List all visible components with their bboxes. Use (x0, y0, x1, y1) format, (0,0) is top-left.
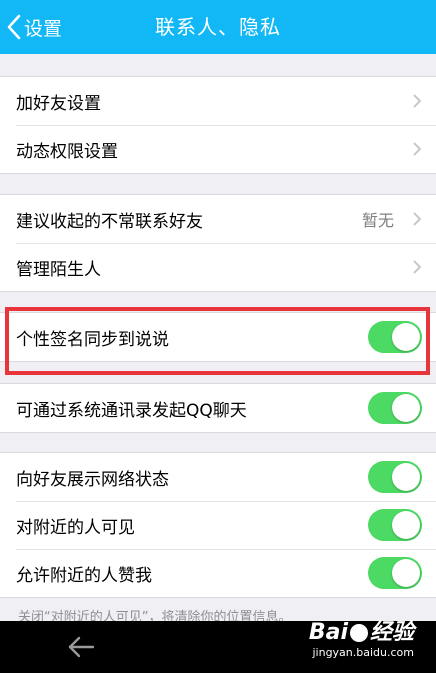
row-feed-permission-settings[interactable]: 动态权限设置 (0, 125, 436, 173)
row-add-friend-settings[interactable]: 加好友设置 (0, 77, 436, 125)
settings-group-nearby: 向好友展示网络状态 对附近的人可见 允许附近的人赞我 (0, 452, 436, 598)
row-label: 建议收起的不常联系好友 (16, 211, 203, 232)
toggle-knob (392, 323, 420, 351)
row-label: 个性签名同步到说说 (16, 329, 169, 350)
show-network-toggle[interactable] (368, 461, 422, 493)
toggle-knob (392, 394, 420, 422)
row-label: 可通过系统通讯录发起QQ聊天 (16, 400, 247, 421)
title-bar: 设置 联系人、隐私 (0, 0, 436, 54)
row-collapse-infrequent-friends[interactable]: 建议收起的不常联系好友 暂无 (0, 195, 436, 243)
settings-group-signature: 个性签名同步到说说 (0, 312, 436, 362)
row-label: 对附近的人可见 (16, 517, 135, 538)
row-allow-nearby-like: 允许附近的人赞我 (0, 549, 436, 597)
row-sync-signature: 个性签名同步到说说 (0, 313, 436, 361)
chevron-right-icon (413, 212, 422, 226)
sync-signature-toggle[interactable] (368, 321, 422, 353)
row-label: 动态权限设置 (16, 141, 118, 162)
row-value: 暂无 (361, 211, 394, 230)
toggle-knob (392, 559, 420, 587)
chevron-right-icon (413, 260, 422, 274)
system-nav-bar (0, 621, 436, 673)
row-label: 允许附近的人赞我 (16, 565, 152, 586)
row-label: 管理陌生人 (16, 259, 101, 280)
toggle-knob (392, 511, 420, 539)
allow-nearby-like-toggle[interactable] (368, 557, 422, 589)
row-label: 向好友展示网络状态 (16, 469, 169, 490)
contacts-chat-toggle[interactable] (368, 392, 422, 424)
row-label: 加好友设置 (16, 93, 101, 114)
toggle-knob (392, 463, 420, 491)
settings-group-contacts: 建议收起的不常联系好友 暂无 管理陌生人 (0, 194, 436, 292)
row-manage-strangers[interactable]: 管理陌生人 (0, 243, 436, 291)
row-show-network-status: 向好友展示网络状态 (0, 453, 436, 501)
chevron-right-icon (413, 142, 422, 156)
settings-group-address-book: 可通过系统通讯录发起QQ聊天 (0, 383, 436, 433)
page-title: 联系人、隐私 (155, 15, 281, 39)
row-contacts-chat: 可通过系统通讯录发起QQ聊天 (0, 384, 436, 432)
chevron-left-icon (7, 14, 21, 40)
arrow-left-icon[interactable] (66, 635, 96, 659)
row-visible-nearby: 对附近的人可见 (0, 501, 436, 549)
screen: 设置 联系人、隐私 加好友设置 动态权限设置 建议收起的不常联系好友 暂无 管理… (0, 0, 436, 673)
back-label: 设置 (24, 17, 63, 40)
back-button[interactable]: 设置 (6, 0, 62, 54)
settings-group-friends: 加好友设置 动态权限设置 (0, 76, 436, 174)
chevron-right-icon (413, 94, 422, 108)
visible-nearby-toggle[interactable] (368, 509, 422, 541)
